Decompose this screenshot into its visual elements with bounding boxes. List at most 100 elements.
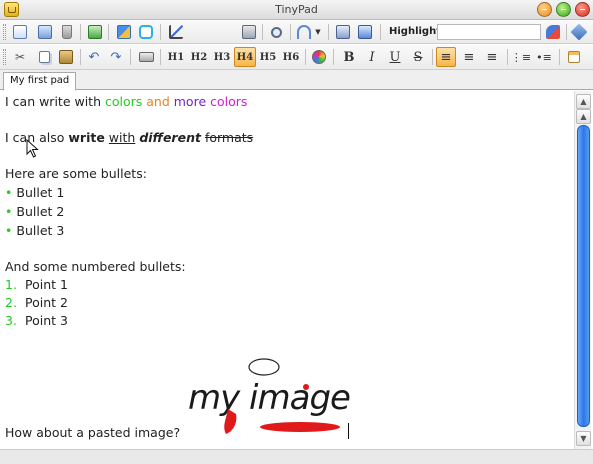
window-title: TinyPad (275, 3, 318, 16)
insert-table-icon[interactable] (564, 47, 584, 67)
bullets-heading: Here are some bullets: (5, 166, 147, 181)
list-number: 2. (5, 295, 17, 310)
bullet-list-icon[interactable]: •≡ (534, 47, 554, 67)
save-icon[interactable] (35, 22, 55, 42)
list-item: 1. Point 1 (5, 276, 68, 294)
toolbar-separator (566, 24, 567, 40)
list-item: • Bullet 1 (5, 184, 64, 202)
text-line-formats: I can also write with different formats (5, 129, 253, 147)
green-text: colors (104, 94, 143, 109)
scroll-down-icon[interactable]: ▼ (576, 431, 591, 446)
scroll-up-page-icon[interactable]: ▲ (576, 109, 591, 124)
numbered-list-icon[interactable]: ⋮≡ (511, 47, 531, 67)
toolbar-separator (559, 49, 560, 65)
paste-icon[interactable] (333, 22, 353, 42)
toolbar-separator (507, 49, 508, 65)
pasted-image[interactable]: my image (182, 354, 357, 444)
align-right-icon[interactable]: ≡ (482, 47, 502, 67)
highlight-input[interactable] (437, 24, 541, 40)
status-bar (0, 449, 593, 464)
editor-area[interactable]: I can write with colors and more colors … (2, 91, 574, 449)
toolbar-separator (160, 24, 161, 40)
strikethrough-text: formats (204, 130, 254, 145)
toolbar-separator (333, 49, 334, 65)
toolbar-separator (262, 24, 263, 40)
toolbar-separator (328, 24, 329, 40)
toolbar-separator (108, 24, 109, 40)
magenta-text: colors (210, 94, 248, 109)
undo-icon[interactable]: ↶ (84, 47, 104, 67)
format-toolbar: ✂ ↶ ↷ H1 H2 H3 H4 H5 H6 B I U S ≡ ≡ ≡ ⋮≡… (0, 45, 593, 70)
list-text: Point 3 (25, 313, 68, 328)
bold-text: write (68, 130, 105, 145)
image-caption: How about a pasted image? (5, 425, 181, 440)
highlight-clear-icon[interactable] (543, 22, 563, 42)
redo-icon[interactable]: ↷ (106, 47, 126, 67)
paste-clipboard-icon[interactable] (56, 47, 76, 67)
scrollbar-thumb[interactable] (577, 125, 590, 427)
pin-icon[interactable] (569, 22, 589, 42)
print-preview-icon[interactable] (239, 22, 259, 42)
toolbar-separator (432, 49, 433, 65)
toolbar-separator (290, 24, 291, 40)
italic-button[interactable]: I (362, 47, 382, 67)
image-handwritten-text: my image (188, 378, 350, 418)
tab-strip: My first pad (0, 70, 593, 91)
toolbar-separator (130, 49, 131, 65)
orange-text: and (142, 94, 174, 109)
toolbar-separator (380, 24, 381, 40)
list-text: Point 1 (25, 277, 68, 292)
underline-button[interactable]: U (385, 47, 405, 67)
toolbar-grip[interactable] (3, 49, 6, 65)
broadcast-icon[interactable] (294, 22, 314, 42)
list-item: • Bullet 3 (5, 222, 64, 240)
bullet-icon: • (5, 204, 13, 219)
red-dot (303, 384, 309, 390)
heading-6-button[interactable]: H6 (280, 47, 302, 67)
main-toolbar: ▼ Highlight: (0, 20, 593, 44)
bold-button[interactable]: B (339, 47, 359, 67)
print-icon[interactable] (136, 47, 156, 67)
new-icon[interactable] (10, 22, 30, 42)
align-center-icon[interactable]: ≡ (459, 47, 479, 67)
heading-3-button[interactable]: H3 (211, 47, 233, 67)
spellcheck-icon[interactable] (114, 22, 134, 42)
toolbar-grip[interactable] (3, 24, 6, 40)
export-icon[interactable] (85, 22, 105, 42)
dropdown-arrow-icon[interactable]: ▼ (312, 22, 324, 42)
maximize-button[interactable] (556, 2, 571, 17)
minimize-button[interactable] (537, 2, 552, 17)
twitter-icon[interactable] (136, 22, 156, 42)
color-palette-icon[interactable] (309, 47, 329, 67)
title-bar: TinyPad (0, 0, 593, 20)
stats-icon[interactable] (166, 22, 186, 42)
heading-4-button[interactable]: H4 (234, 47, 256, 67)
toolbar-separator (80, 24, 81, 40)
tab-my-first-pad[interactable]: My first pad (3, 72, 77, 91)
close-button[interactable] (575, 2, 590, 17)
toolbar-separator (80, 49, 81, 65)
list-item: • Bullet 2 (5, 203, 64, 221)
numbered-heading: And some numbered bullets: (5, 259, 186, 274)
heading-1-button[interactable]: H1 (165, 47, 187, 67)
bold-italic-text: different (139, 130, 201, 145)
purple-text: more (173, 94, 207, 109)
strikethrough-button[interactable]: S (408, 47, 428, 67)
bullet-icon: • (5, 185, 13, 200)
drawn-oval (248, 358, 280, 376)
list-number: 1. (5, 277, 17, 292)
list-number: 3. (5, 313, 17, 328)
vertical-scrollbar[interactable]: ▲ ▲ ▼ (574, 91, 591, 449)
toolbar-separator (160, 49, 161, 65)
copy-icon[interactable] (34, 47, 54, 67)
bullet-text: Bullet 1 (16, 185, 65, 200)
text-caret (348, 423, 349, 439)
delete-icon[interactable] (57, 22, 77, 42)
align-left-icon[interactable]: ≡ (436, 47, 456, 67)
scroll-up-icon[interactable]: ▲ (576, 94, 591, 109)
heading-5-button[interactable]: H5 (257, 47, 279, 67)
copy-doc-icon[interactable] (355, 22, 375, 42)
search-icon[interactable] (266, 22, 286, 42)
cut-icon[interactable]: ✂ (10, 47, 30, 67)
heading-2-button[interactable]: H2 (188, 47, 210, 67)
